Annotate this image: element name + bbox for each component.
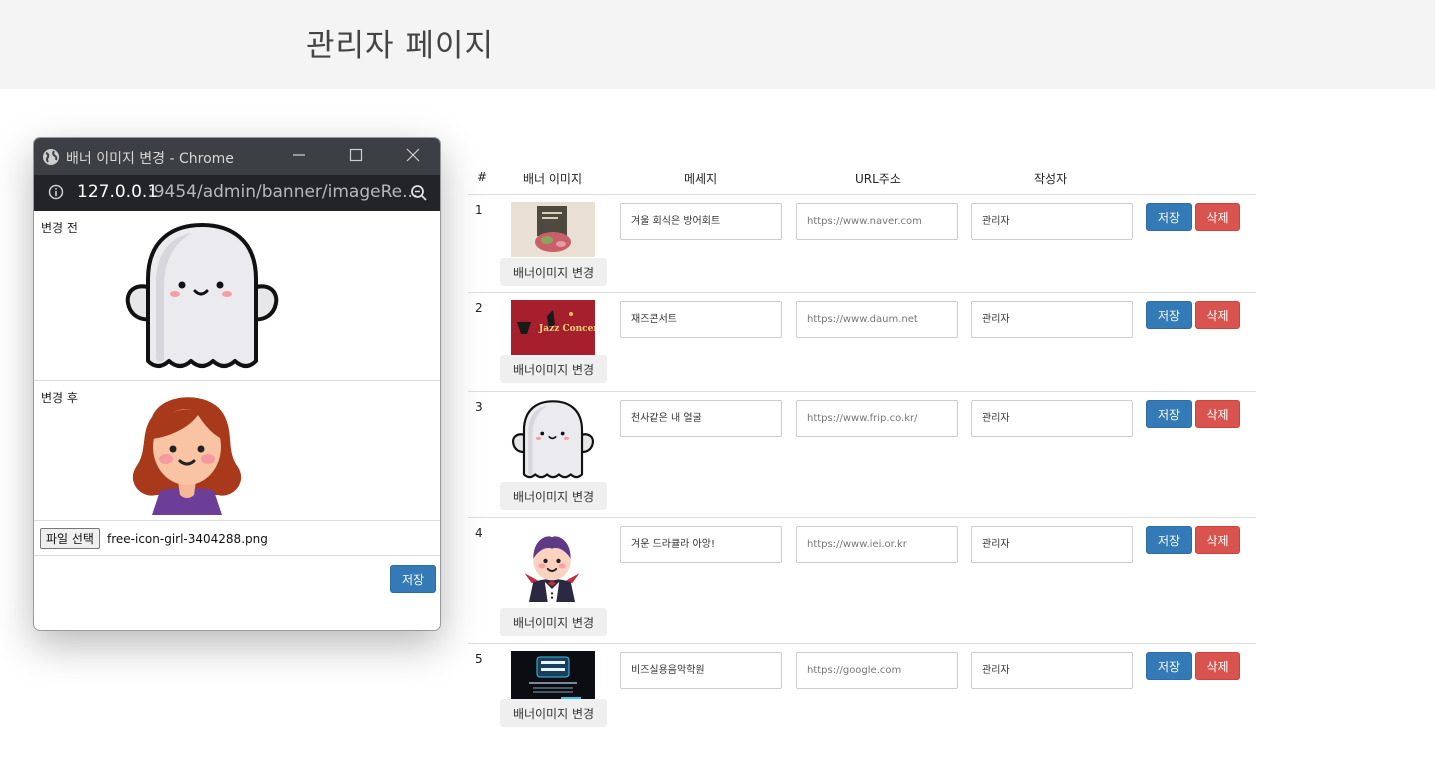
change-banner-image-button[interactable]: 배너이미지 변경 bbox=[500, 355, 607, 383]
before-label: 변경 전 bbox=[41, 221, 78, 235]
after-section: 변경 후 bbox=[34, 381, 440, 521]
row-number: 1 bbox=[475, 203, 483, 217]
delete-button[interactable]: 삭제 bbox=[1195, 400, 1240, 428]
change-banner-image-button[interactable]: 배너이미지 변경 bbox=[500, 258, 607, 286]
delete-button[interactable]: 삭제 bbox=[1195, 301, 1240, 329]
page-header: 관리자 페이지 bbox=[0, 0, 1435, 89]
maximize-icon[interactable] bbox=[349, 144, 363, 168]
header-number: # bbox=[477, 170, 488, 184]
popup-address-bar[interactable]: 127.0.0.1 :9454/admin/banner/imageRe... bbox=[34, 175, 440, 211]
row-number: 2 bbox=[475, 301, 483, 315]
popup-titlebar[interactable]: 배너 이미지 변경 - Chrome bbox=[34, 138, 440, 175]
url-input[interactable]: https://google.com bbox=[796, 652, 958, 689]
popup-save-button[interactable]: 저장 bbox=[390, 565, 436, 593]
save-button[interactable]: 저장 bbox=[1146, 652, 1192, 680]
zoom-out-icon[interactable] bbox=[410, 184, 428, 207]
writer-input[interactable]: 관리자 bbox=[971, 301, 1133, 338]
table-row: 2 Jazz Concert 배너이미지 변경 재즈콘서트 https://ww… bbox=[468, 293, 1256, 392]
header-writer: 작성자 bbox=[1034, 172, 1068, 186]
save-button[interactable]: 저장 bbox=[1146, 301, 1192, 329]
info-icon[interactable] bbox=[48, 184, 64, 205]
message-input[interactable]: 비즈실용음악학원 bbox=[620, 652, 782, 689]
popup-window-title: 배너 이미지 변경 - Chrome bbox=[66, 151, 234, 167]
message-input[interactable]: 재즈콘서트 bbox=[620, 301, 782, 338]
row-number: 4 bbox=[475, 526, 483, 540]
table-row: 3 배너이미지 변경 천사같은 내 얼굴 https://www.frip.co… bbox=[468, 392, 1256, 518]
file-select-button[interactable]: 파일 선택 bbox=[40, 528, 100, 549]
row-number: 5 bbox=[475, 652, 483, 666]
url-input[interactable]: https://www.daum.net bbox=[796, 301, 958, 338]
file-section: 파일 선택 free-icon-girl-3404288.png bbox=[34, 521, 440, 556]
url-input[interactable]: https://www.naver.com bbox=[796, 203, 958, 240]
delete-button[interactable]: 삭제 bbox=[1195, 526, 1240, 554]
change-image-popup-window: 배너 이미지 변경 - Chrome 127.0.0.1 :9454/admin… bbox=[33, 137, 441, 631]
close-icon[interactable] bbox=[406, 144, 420, 168]
writer-input[interactable]: 관리자 bbox=[971, 203, 1133, 240]
after-label: 변경 후 bbox=[41, 391, 78, 405]
change-banner-image-button[interactable]: 배너이미지 변경 bbox=[500, 608, 607, 636]
message-input[interactable]: 겨울 회식은 방어회트 bbox=[620, 203, 782, 240]
delete-button[interactable]: 삭제 bbox=[1195, 652, 1240, 680]
message-input[interactable]: 겨운 드라큘라 아앙! bbox=[620, 526, 782, 563]
url-input[interactable]: https://www.iei.or.kr bbox=[796, 526, 958, 563]
vampire-icon bbox=[516, 524, 588, 608]
header-url: URL주소 bbox=[855, 172, 901, 186]
globe-icon bbox=[42, 148, 60, 170]
delete-button[interactable]: 삭제 bbox=[1195, 203, 1240, 231]
writer-input[interactable]: 관리자 bbox=[971, 400, 1133, 437]
ghost-icon bbox=[122, 221, 282, 373]
change-banner-image-button[interactable]: 배너이미지 변경 bbox=[500, 699, 607, 727]
table-row: 1 배너이미지 변경 겨울 회식은 방어회트 https://www.naver… bbox=[468, 195, 1256, 293]
save-button[interactable]: 저장 bbox=[1146, 526, 1192, 554]
banner-table: # 배너 이미지 메세지 URL주소 작성자 1 배너이미지 변경 겨울 회식은… bbox=[468, 160, 1256, 740]
poster-title: Jazz Concert bbox=[539, 324, 595, 334]
writer-input[interactable]: 관리자 bbox=[971, 526, 1133, 563]
row-number: 3 bbox=[475, 400, 483, 414]
banner-thumbnail-music-academy bbox=[511, 651, 595, 706]
save-button[interactable]: 저장 bbox=[1146, 203, 1192, 231]
message-input[interactable]: 천사같은 내 얼굴 bbox=[620, 400, 782, 437]
table-row: 5 배너이미지 변경 비즈실용음악학원 https://google.com 관… bbox=[468, 644, 1256, 740]
url-path: :9454/admin/banner/imageRe... bbox=[148, 182, 419, 202]
header-banner-image: 배너 이미지 bbox=[523, 172, 583, 186]
banner-thumbnail-seafood bbox=[511, 202, 595, 257]
table-header: # 배너 이미지 메세지 URL주소 작성자 bbox=[468, 160, 1256, 195]
page-title: 관리자 페이지 bbox=[306, 28, 494, 64]
table-row: 4 배너이미지 변경 겨운 드라큘라 아앙! https://www.iei.o… bbox=[468, 518, 1256, 644]
before-section: 변경 전 bbox=[34, 211, 440, 381]
girl-icon bbox=[122, 387, 252, 517]
minimize-icon[interactable] bbox=[292, 144, 306, 168]
banner-thumbnail-jazz-concert: Jazz Concert bbox=[511, 300, 595, 355]
header-message: 메세지 bbox=[684, 172, 718, 186]
url-host: 127.0.0.1 bbox=[77, 182, 159, 202]
ghost-icon bbox=[510, 399, 596, 481]
save-button[interactable]: 저장 bbox=[1146, 400, 1192, 428]
url-input[interactable]: https://www.frip.co.kr/ bbox=[796, 400, 958, 437]
writer-input[interactable]: 관리자 bbox=[971, 652, 1133, 689]
change-banner-image-button[interactable]: 배너이미지 변경 bbox=[500, 482, 607, 510]
selected-file-name: free-icon-girl-3404288.png bbox=[107, 532, 268, 546]
